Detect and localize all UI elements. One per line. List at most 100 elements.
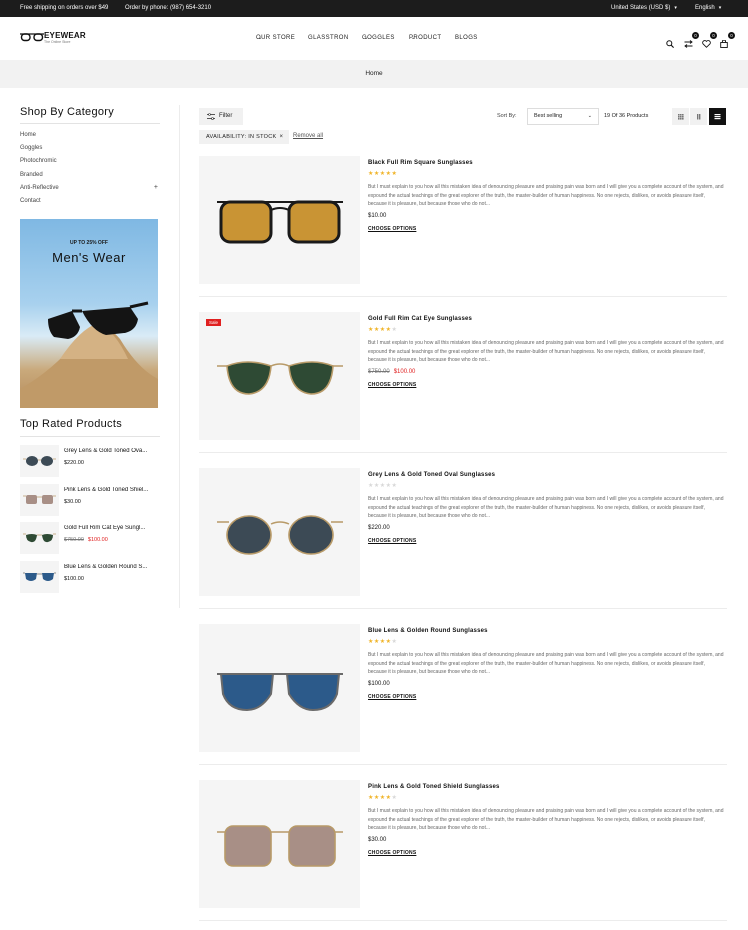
sunglasses-image xyxy=(217,515,343,555)
product-name[interactable]: Gold Full Rim Cat Eye Sunglasses xyxy=(368,316,472,322)
announcement-bar: Free shipping on orders over $49 Order b… xyxy=(0,0,748,17)
search-icon[interactable] xyxy=(666,35,676,48)
wishlist-count-badge: 0 xyxy=(710,32,717,39)
product-name[interactable]: Pink Lens & Gold Toned Shiel... xyxy=(64,487,158,493)
filter-button[interactable]: Filter xyxy=(199,108,243,125)
active-filter-chip[interactable]: AVAILABILITY: IN STOCK × xyxy=(199,130,289,144)
sort-value: Best selling xyxy=(534,113,563,119)
columns-icon xyxy=(697,114,701,120)
product-name[interactable]: Gold Full Rim Cat Eye Sungl... xyxy=(64,525,158,531)
sunglasses-image xyxy=(217,825,343,867)
product-card: Sale Gold Full Rim Cat Eye Sunglasses ★★… xyxy=(199,312,727,467)
sort-select[interactable]: Best selling ⌄ xyxy=(527,108,599,125)
breadcrumb: Home xyxy=(0,60,748,88)
product-price: $220.00 xyxy=(368,525,390,531)
logo-tagline: The Online Store xyxy=(44,40,71,44)
divider xyxy=(199,608,727,609)
sidebar-item-contact[interactable]: Contact xyxy=(20,198,158,204)
category-heading: Shop By Category xyxy=(20,106,115,118)
cart-icon[interactable]: 0 xyxy=(720,32,735,48)
product-name[interactable]: Blue Lens & Golden Round S... xyxy=(64,564,158,570)
product-price: $30.00 xyxy=(64,499,81,505)
chevron-down-icon: ▾ xyxy=(718,5,722,11)
product-image[interactable] xyxy=(199,624,360,752)
sidebar-divider xyxy=(179,105,180,608)
divider xyxy=(199,296,727,297)
active-filter-label: AVAILABILITY: IN STOCK xyxy=(206,134,277,140)
sidebar-item-photochromic[interactable]: Photochromic xyxy=(20,158,158,164)
chevron-down-icon: ▾ xyxy=(674,5,677,11)
sunglasses-image xyxy=(217,361,343,395)
product-thumbnail xyxy=(20,484,59,516)
product-image[interactable] xyxy=(199,780,360,908)
glasses-logo-icon xyxy=(20,33,44,42)
top-rated-item[interactable]: Pink Lens & Gold Toned Shiel... $30.00 xyxy=(20,484,160,516)
compare-count-badge: 0 xyxy=(692,32,699,39)
product-card: Grey Lens & Gold Toned Oval Sunglasses ★… xyxy=(199,468,727,623)
choose-options-link[interactable]: CHOOSE OPTIONS xyxy=(368,850,416,856)
top-rated-item[interactable]: Gold Full Rim Cat Eye Sungl... $750.00 $1… xyxy=(20,522,160,554)
currency-label: United States (USD $) xyxy=(611,5,671,11)
sliders-icon xyxy=(207,113,215,120)
product-description: But I must explain to you how all this m… xyxy=(368,652,724,676)
choose-options-link[interactable]: CHOOSE OPTIONS xyxy=(368,694,416,700)
product-name[interactable]: Black Full Rim Square Sunglasses xyxy=(368,160,473,166)
product-name[interactable]: Pink Lens & Gold Toned Shield Sunglasses xyxy=(368,784,500,790)
sale-badge: Sale xyxy=(206,319,222,326)
product-image[interactable]: Sale xyxy=(199,312,360,440)
list-icon xyxy=(714,114,721,120)
rating-stars: ★★★★★ xyxy=(368,795,398,801)
product-thumbnail xyxy=(20,445,59,477)
divider xyxy=(199,764,727,765)
product-thumbnail xyxy=(20,522,59,554)
choose-options-link[interactable]: CHOOSE OPTIONS xyxy=(368,538,416,544)
chevron-down-icon: ⌄ xyxy=(587,113,592,119)
product-price: $220.00 xyxy=(64,460,84,466)
breadcrumb-home[interactable]: Home xyxy=(365,70,382,77)
product-price: $750.00 $100.00 xyxy=(368,369,415,375)
product-name[interactable]: Grey Lens & Gold Toned Oval Sunglasses xyxy=(368,472,495,478)
compare-icon[interactable]: 0 xyxy=(684,32,699,48)
sunglasses-image xyxy=(217,200,343,244)
two-column-view-button[interactable] xyxy=(690,108,707,125)
product-description: But I must explain to you how all this m… xyxy=(368,340,724,364)
top-rated-item[interactable]: Blue Lens & Golden Round S... $100.00 xyxy=(20,561,160,593)
remove-all-link[interactable]: Remove all xyxy=(293,133,323,139)
product-image[interactable] xyxy=(199,156,360,284)
divider xyxy=(199,452,727,453)
close-icon[interactable]: × xyxy=(279,134,283,140)
sidebar-item-home[interactable]: Home xyxy=(20,132,158,138)
chevron-down-icon: ⌄ xyxy=(411,35,416,41)
rating-stars: ★★★★★ xyxy=(368,483,398,489)
expand-plus-icon[interactable]: + xyxy=(154,184,158,191)
wishlist-icon[interactable]: 0 xyxy=(702,32,717,48)
sidebar-item-branded[interactable]: Branded xyxy=(20,172,158,178)
divider xyxy=(199,920,727,921)
choose-options-link[interactable]: CHOOSE OPTIONS xyxy=(368,226,416,232)
old-price: $750.00 xyxy=(368,369,390,375)
currency-selector[interactable]: United States (USD $) ▾ xyxy=(611,5,677,11)
top-rated-item[interactable]: Grey Lens & Gold Toned Ova... $220.00 xyxy=(20,445,160,477)
divider xyxy=(20,123,160,124)
sidebar-item-anti-reflective[interactable]: Anti-Reflective + xyxy=(20,184,158,191)
sort-label: Sort By: xyxy=(497,113,517,119)
product-name[interactable]: Blue Lens & Golden Round Sunglasses xyxy=(368,628,488,634)
product-image[interactable] xyxy=(199,468,360,596)
product-description: But I must explain to you how all this m… xyxy=(368,496,724,520)
promo-banner[interactable]: UP TO 25% OFF Men's Wear xyxy=(20,219,158,408)
grid-view-button[interactable] xyxy=(672,108,689,125)
chevron-down-icon: ⌄ xyxy=(364,35,369,41)
rating-stars: ★★★★★ xyxy=(368,171,398,177)
product-price: $100.00 xyxy=(368,681,390,687)
sidebar-item-goggles[interactable]: Goggles xyxy=(20,145,158,151)
product-thumbnail xyxy=(20,561,59,593)
product-card: Pink Lens & Gold Toned Shield Sunglasses… xyxy=(199,780,727,930)
choose-options-link[interactable]: CHOOSE OPTIONS xyxy=(368,382,416,388)
cart-count-badge: 0 xyxy=(728,32,735,39)
product-price: $10.00 xyxy=(368,213,387,219)
language-selector[interactable]: English ▾ xyxy=(695,5,721,11)
list-view-button[interactable] xyxy=(709,108,726,125)
product-name[interactable]: Grey Lens & Gold Toned Ova... xyxy=(64,448,158,454)
logo[interactable]: EYEWEAR The Online Store xyxy=(20,32,86,45)
product-card: Blue Lens & Golden Round Sunglasses ★★★★… xyxy=(199,624,727,779)
